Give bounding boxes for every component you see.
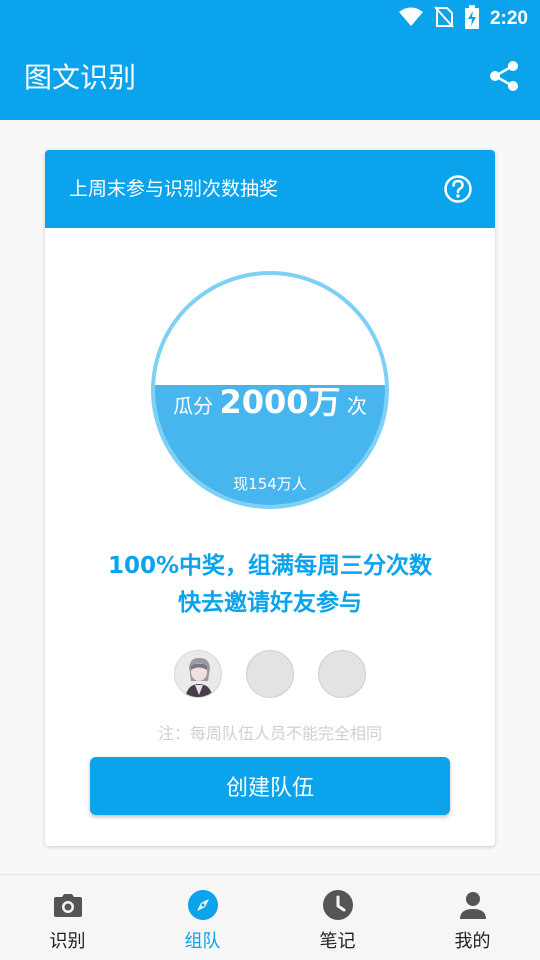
- share-icon: [489, 60, 519, 96]
- status-bar: 2:20: [0, 0, 540, 38]
- page-title: 图文识别: [24, 61, 137, 94]
- status-time: 2:20: [489, 8, 528, 29]
- card-header: 上周末参与识别次数抽奖: [45, 150, 495, 228]
- question-icon: [443, 175, 473, 208]
- create-team-button[interactable]: 创建队伍: [90, 757, 450, 815]
- team-members: [45, 650, 495, 698]
- battery-charging-icon: [464, 5, 480, 33]
- prize-suffix: 次: [346, 394, 367, 418]
- prize-pool-circle: 瓜分 2000万 次 现154万人: [151, 271, 389, 509]
- team-note: 注：每周队伍人员不能完全相同: [157, 724, 382, 743]
- share-button[interactable]: [486, 58, 522, 98]
- member-slot-empty[interactable]: [318, 650, 366, 698]
- prize-amount: 2000万: [219, 383, 341, 421]
- prize-pool-ring: 瓜分 2000万 次 现154万人: [151, 271, 389, 509]
- promo-line-1: 100%中奖，组满每周三分次数: [107, 553, 433, 579]
- app-bar: 图文识别: [0, 38, 540, 120]
- camera-icon: [52, 889, 84, 921]
- person-icon: [457, 889, 489, 921]
- lottery-card: 上周末参与识别次数抽奖 瓜分 2000万 次 现154万人 100%中奖，组满每…: [45, 150, 495, 846]
- promo-line-2: 快去邀请好友参与: [178, 590, 362, 616]
- nav-item-notes[interactable]: 笔记: [270, 875, 405, 960]
- member-avatar[interactable]: [174, 650, 222, 698]
- nav-item-team[interactable]: 组队: [135, 875, 270, 960]
- main-content: 上周末参与识别次数抽奖 瓜分 2000万 次 现154万人 100%中奖，组满每…: [0, 120, 540, 874]
- nav-label: 组队: [184, 931, 221, 952]
- nav-item-mine[interactable]: 我的: [405, 875, 540, 960]
- current-participants: 现154万人: [233, 475, 307, 493]
- wifi-icon: [398, 7, 424, 31]
- nav-label: 我的: [454, 931, 491, 952]
- nav-label: 笔记: [319, 931, 356, 952]
- member-slot-empty[interactable]: [246, 650, 294, 698]
- promo-text: 100%中奖，组满每周三分次数 快去邀请好友参与: [45, 548, 495, 622]
- compass-icon: [187, 889, 219, 921]
- status-icons: 2:20: [398, 5, 528, 33]
- bottom-nav: 识别 组队 笔记 我的: [0, 874, 540, 960]
- prize-prefix: 瓜分: [173, 394, 214, 418]
- clock-icon: [322, 889, 354, 921]
- prize-text: 瓜分 2000万 次: [155, 377, 385, 423]
- card-title: 上周末参与识别次数抽奖: [69, 178, 279, 200]
- no-sim-icon: [434, 6, 454, 32]
- nav-label: 识别: [49, 931, 86, 952]
- help-button[interactable]: [443, 174, 473, 204]
- nav-item-recognize[interactable]: 识别: [0, 875, 135, 960]
